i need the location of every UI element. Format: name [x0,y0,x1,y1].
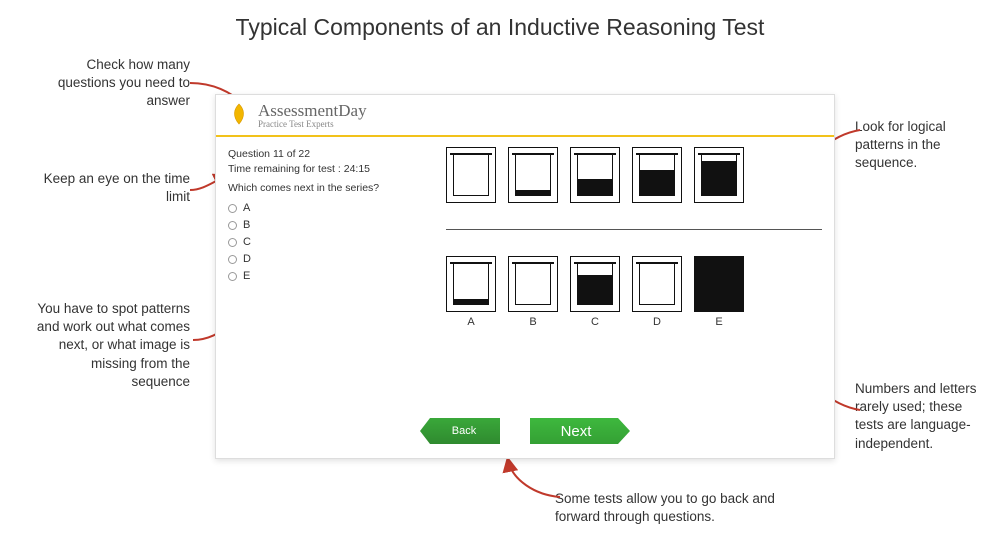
answer-tile-label: A [467,316,474,328]
answer-options: A B C D E [228,202,428,282]
option-label: E [243,270,250,282]
radio-icon [228,238,237,247]
radio-icon [228,272,237,281]
radio-icon [228,255,237,264]
answer-option-a[interactable]: A [228,202,428,214]
answer-tile-d[interactable] [632,256,682,312]
answer-option-c[interactable]: C [228,236,428,248]
seq-tile-1 [446,147,496,203]
radio-icon [228,221,237,230]
annotation-language-independent: Numbers and letters rarely used; these t… [855,380,985,453]
option-label: C [243,236,251,248]
seq-tile-3 [570,147,620,203]
option-label: A [243,202,250,214]
answer-tile-e[interactable] [694,256,744,312]
radio-icon [228,204,237,213]
answer-option-d[interactable]: D [228,253,428,265]
answer-tile-row: A B C D E [446,256,822,328]
nav-row: Back Next [216,418,834,444]
logo-icon [226,102,252,128]
answer-tile-b[interactable] [508,256,558,312]
answer-option-e[interactable]: E [228,270,428,282]
answer-option-b[interactable]: B [228,219,428,231]
question-counter: Question 11 of 22 [228,147,428,162]
seq-tile-4 [632,147,682,203]
back-button[interactable]: Back [420,418,500,444]
answer-tile-label: C [591,316,599,328]
sequence-row [446,147,822,203]
annotation-time-limit: Keep an eye on the time limit [40,170,190,206]
answer-tile-label: E [715,316,722,328]
answer-tile-a[interactable] [446,256,496,312]
assessment-window: AssessmentDay Practice Test Experts Ques… [215,94,835,459]
next-button[interactable]: Next [530,418,630,444]
seq-tile-5 [694,147,744,203]
question-prompt: Which comes next in the series? [228,182,428,194]
annotation-check-questions: Check how many questions you need to ans… [40,56,190,111]
annotation-logical-patterns: Look for logical patterns in the sequenc… [855,118,985,173]
option-label: D [243,253,251,265]
answer-tile-label: B [529,316,536,328]
row-separator [446,229,822,230]
accent-divider [216,135,834,137]
answer-tile-label: D [653,316,661,328]
logo: AssessmentDay Practice Test Experts [216,95,834,133]
option-label: B [243,219,250,231]
answer-tile-c[interactable] [570,256,620,312]
page-title: Typical Components of an Inductive Reaso… [0,0,1000,41]
logo-text: AssessmentDay [258,101,367,121]
seq-tile-2 [508,147,558,203]
annotation-back-forward: Some tests allow you to go back and forw… [555,490,815,526]
annotation-spot-patterns: You have to spot patterns and work out w… [30,300,190,391]
time-remaining: Time remaining for test : 24:15 [228,162,428,177]
